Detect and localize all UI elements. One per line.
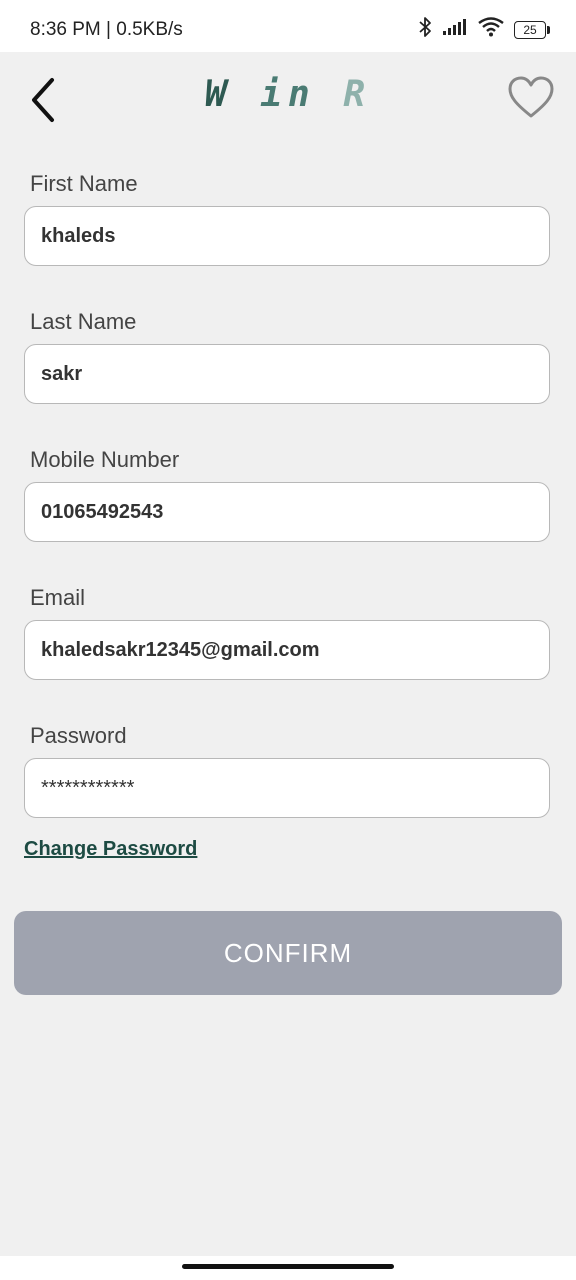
last-name-field[interactable] — [24, 344, 550, 404]
email-label: Email — [30, 585, 86, 610]
status-icons: 25 — [418, 16, 550, 43]
logo-part-3: R — [343, 74, 372, 115]
last-name-label: Last Name — [30, 309, 137, 334]
favorite-button[interactable] — [508, 76, 554, 120]
first-name-label: First Name — [30, 171, 138, 196]
signal-icon — [442, 18, 468, 41]
first-name-field[interactable] — [24, 206, 550, 266]
change-password-link[interactable]: Change Password — [24, 838, 197, 861]
confirm-button[interactable]: CONFIRM — [14, 911, 562, 995]
password-field[interactable] — [24, 758, 550, 818]
wifi-icon — [478, 17, 504, 42]
status-time-speed: 8:36 PM | 0.5KB/s — [30, 19, 183, 40]
app-bar: W in R — [0, 52, 576, 148]
mobile-number-field[interactable] — [24, 482, 550, 542]
password-label: Password — [30, 723, 127, 748]
heart-icon — [508, 76, 554, 124]
mobile-number-label: Mobile Number — [30, 447, 180, 472]
email-field[interactable] — [24, 620, 550, 680]
logo-part-1: W — [204, 74, 233, 115]
status-bar: 8:36 PM | 0.5KB/s 25 — [0, 0, 576, 52]
logo-part-2: in — [260, 74, 316, 115]
navigation-bar — [0, 1256, 576, 1280]
bluetooth-icon — [418, 16, 432, 43]
home-indicator[interactable] — [182, 1264, 394, 1269]
battery-icon: 25 — [514, 20, 550, 39]
back-arrow-icon — [24, 78, 64, 130]
app-logo: W in R — [0, 74, 576, 115]
